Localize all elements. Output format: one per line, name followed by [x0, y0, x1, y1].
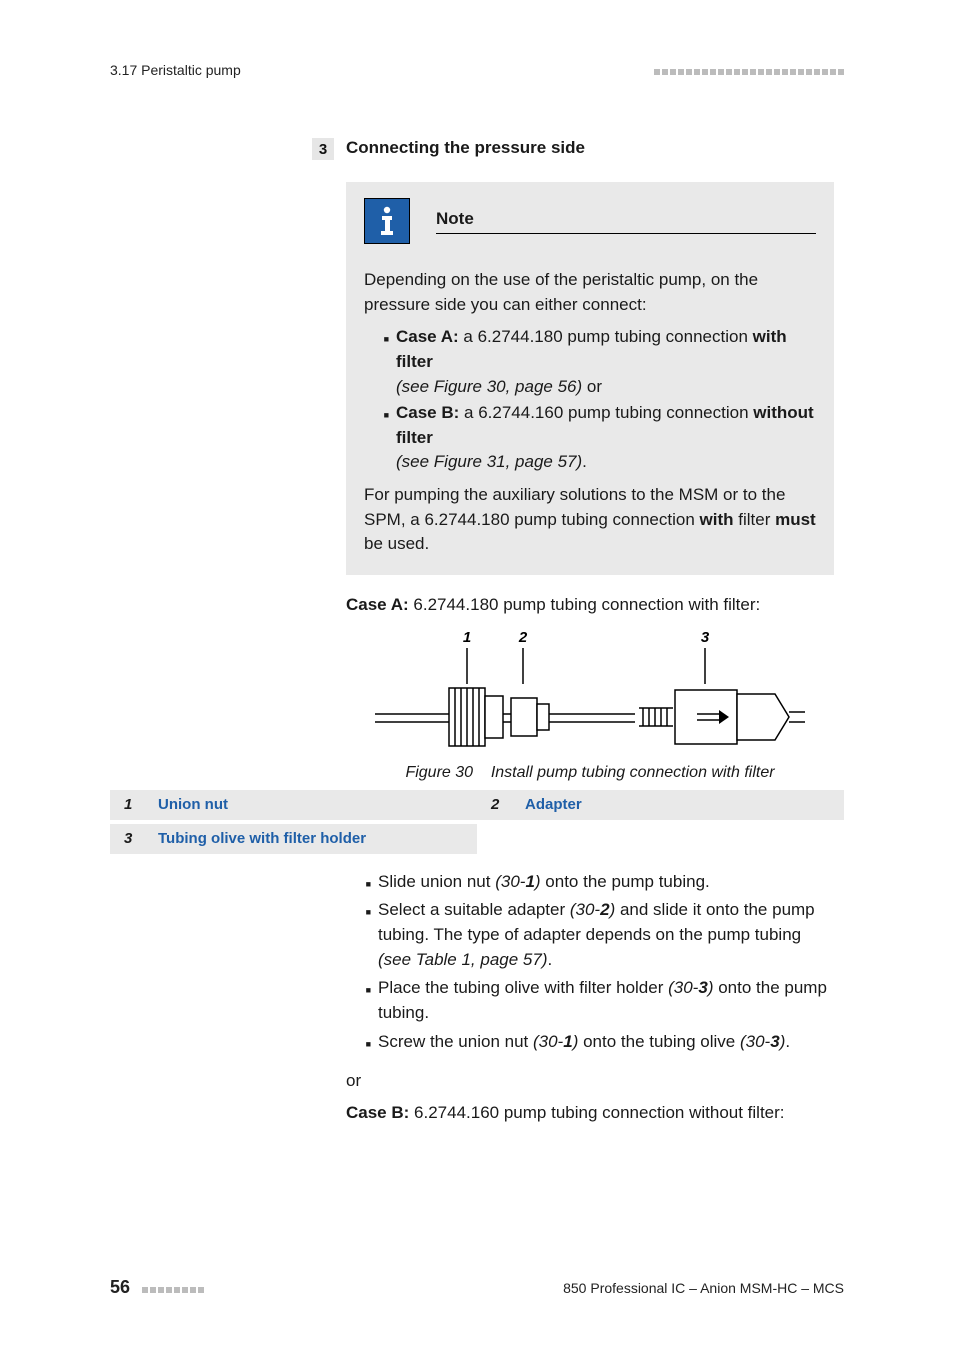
header-ornament	[652, 62, 844, 78]
footer-left: 56	[110, 1277, 204, 1298]
figure-caption: Figure 30 Install pump tubing connection…	[346, 764, 834, 782]
running-header: 3.17 Peristaltic pump	[110, 62, 844, 78]
case-a-heading: Case A: 6.2744.180 pump tubing connectio…	[346, 593, 834, 618]
svg-text:3: 3	[701, 629, 710, 646]
or-text: or	[346, 1071, 834, 1091]
figure-30: 1 2 3	[346, 628, 834, 782]
section-label: 3.17 Peristaltic pump	[110, 62, 241, 78]
note-title: Note	[436, 209, 816, 234]
step-title: Connecting the pressure side	[346, 138, 585, 158]
instruction-list: Slide union nut (30-1) onto the pump tub…	[346, 870, 834, 1054]
info-icon	[364, 198, 410, 244]
page-footer: 56 850 Professional IC – Anion MSM-HC – …	[110, 1277, 844, 1298]
legend-row-2: 3Tubing olive with filter holder	[110, 824, 844, 854]
footer-ornament	[140, 1280, 204, 1296]
svg-text:2: 2	[518, 629, 528, 646]
note-box: Note Depending on the use of the perista…	[346, 182, 834, 575]
note-case-b: Case B: a 6.2744.160 pump tubing connect…	[394, 401, 816, 475]
legend-row-1: 1Union nut 2Adapter	[110, 790, 844, 820]
svg-text:1: 1	[463, 629, 471, 646]
note-case-a: Case A: a 6.2744.180 pump tubing connect…	[394, 325, 816, 399]
step-number: 3	[312, 138, 334, 160]
page-number: 56	[110, 1277, 130, 1297]
step-heading: 3 Connecting the pressure side	[312, 138, 834, 160]
list-item: Place the tubing olive with filter holde…	[376, 976, 834, 1025]
list-item: Screw the union nut (30-1) onto the tubi…	[376, 1030, 834, 1055]
list-item: Slide union nut (30-1) onto the pump tub…	[376, 870, 834, 895]
note-outro: For pumping the auxiliary solutions to t…	[364, 483, 816, 557]
note-intro: Depending on the use of the peristaltic …	[364, 268, 816, 317]
list-item: Select a suitable adapter (30-2) and sli…	[376, 898, 834, 972]
case-b-heading: Case B: 6.2744.160 pump tubing connectio…	[346, 1101, 834, 1126]
footer-right: 850 Professional IC – Anion MSM-HC – MCS	[563, 1280, 844, 1296]
